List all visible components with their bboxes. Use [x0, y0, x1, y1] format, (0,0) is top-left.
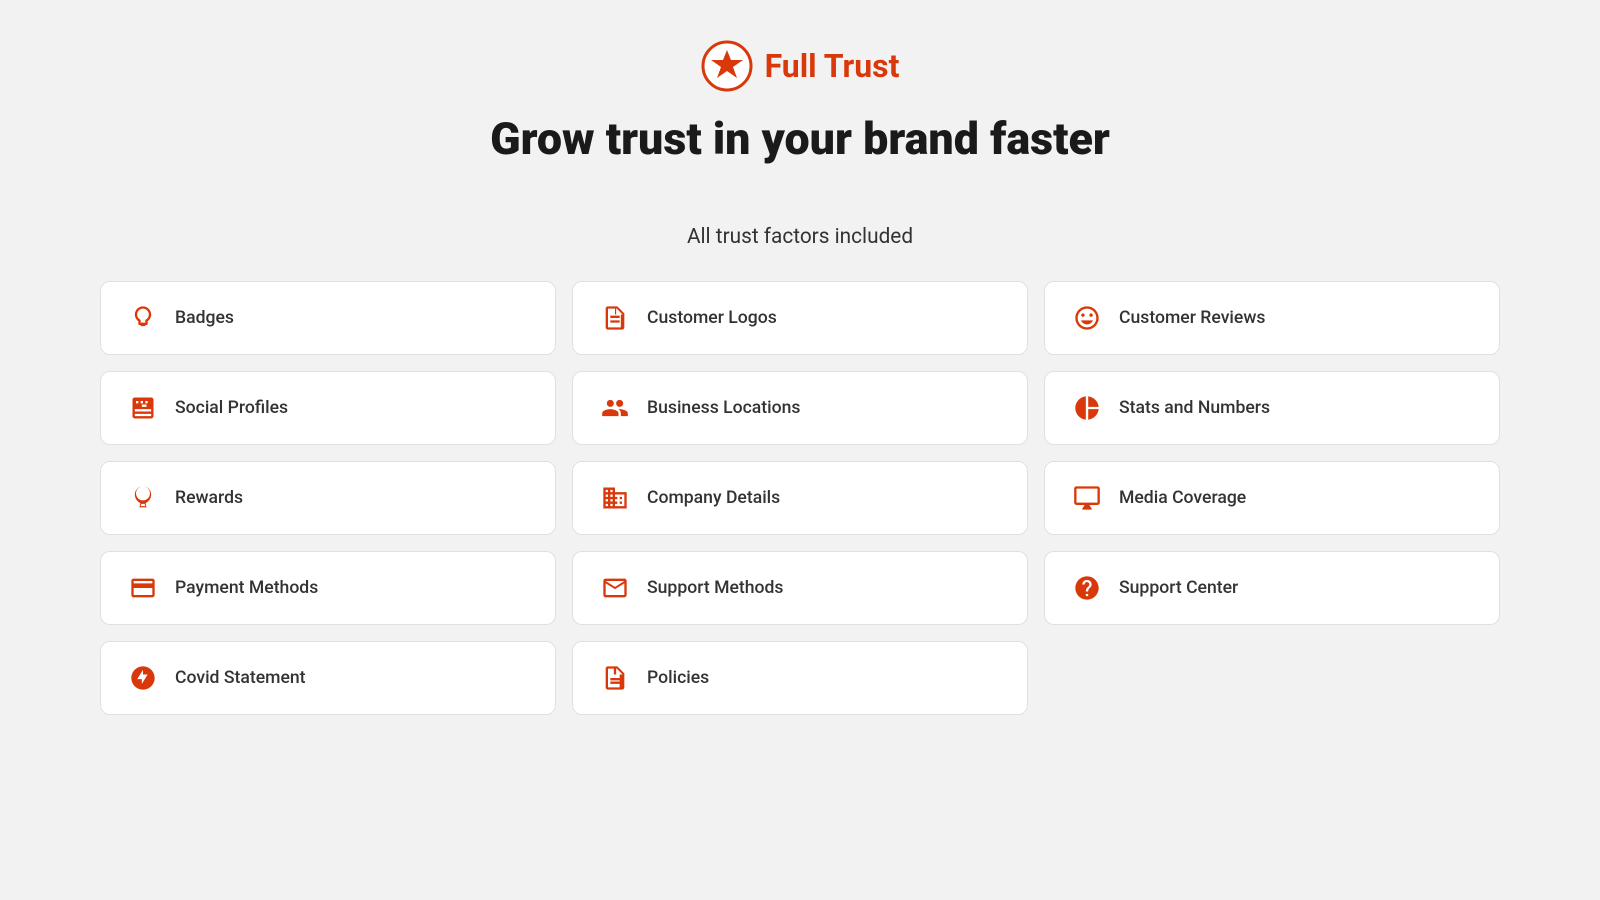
media-coverage-label: Media Coverage	[1119, 488, 1246, 508]
card-stats-numbers[interactable]: Stats and Numbers	[1044, 371, 1500, 445]
card-rewards[interactable]: Rewards	[100, 461, 556, 535]
social-profiles-label: Social Profiles	[175, 398, 288, 418]
company-details-label: Company Details	[647, 488, 780, 508]
stats-numbers-label: Stats and Numbers	[1119, 398, 1270, 418]
card-covid-statement[interactable]: Covid Statement	[100, 641, 556, 715]
card-support-methods[interactable]: Support Methods	[572, 551, 1028, 625]
policies-icon	[601, 664, 629, 692]
card-payment-methods[interactable]: Payment Methods	[100, 551, 556, 625]
brand-name: Full Trust	[765, 47, 900, 85]
card-badges[interactable]: Badges	[100, 281, 556, 355]
social-profiles-icon	[129, 394, 157, 422]
customer-reviews-label: Customer Reviews	[1119, 308, 1265, 328]
card-customer-reviews[interactable]: Customer Reviews	[1044, 281, 1500, 355]
support-center-icon	[1073, 574, 1101, 602]
hero-title: Grow trust in your brand faster	[490, 112, 1110, 165]
card-media-coverage[interactable]: Media Coverage	[1044, 461, 1500, 535]
badges-label: Badges	[175, 308, 234, 328]
app-logo-icon	[701, 40, 753, 92]
business-locations-icon	[601, 394, 629, 422]
stats-icon	[1073, 394, 1101, 422]
section-subtitle: All trust factors included	[687, 225, 913, 249]
brand-name-part1: Full	[765, 47, 824, 85]
badges-icon	[129, 304, 157, 332]
support-center-label: Support Center	[1119, 578, 1238, 598]
support-methods-icon	[601, 574, 629, 602]
card-company-details[interactable]: Company Details	[572, 461, 1028, 535]
business-locations-label: Business Locations	[647, 398, 800, 418]
rewards-icon	[129, 484, 157, 512]
card-business-locations[interactable]: Business Locations	[572, 371, 1028, 445]
card-support-center[interactable]: Support Center	[1044, 551, 1500, 625]
rewards-label: Rewards	[175, 488, 243, 508]
header: Full Trust	[701, 40, 900, 92]
card-customer-logos[interactable]: Customer Logos	[572, 281, 1028, 355]
payment-methods-label: Payment Methods	[175, 578, 318, 598]
brand-name-part2: Trust	[824, 47, 900, 85]
payment-methods-icon	[129, 574, 157, 602]
covid-statement-label: Covid Statement	[175, 668, 306, 688]
customer-reviews-icon	[1073, 304, 1101, 332]
policies-label: Policies	[647, 668, 709, 688]
customer-logos-label: Customer Logos	[647, 308, 777, 328]
company-details-icon	[601, 484, 629, 512]
card-social-profiles[interactable]: Social Profiles	[100, 371, 556, 445]
media-coverage-icon	[1073, 484, 1101, 512]
support-methods-label: Support Methods	[647, 578, 783, 598]
covid-icon	[129, 664, 157, 692]
features-grid: Badges Customer Logos Customer Reviews S…	[100, 281, 1500, 715]
customer-logos-icon	[601, 304, 629, 332]
card-policies[interactable]: Policies	[572, 641, 1028, 715]
